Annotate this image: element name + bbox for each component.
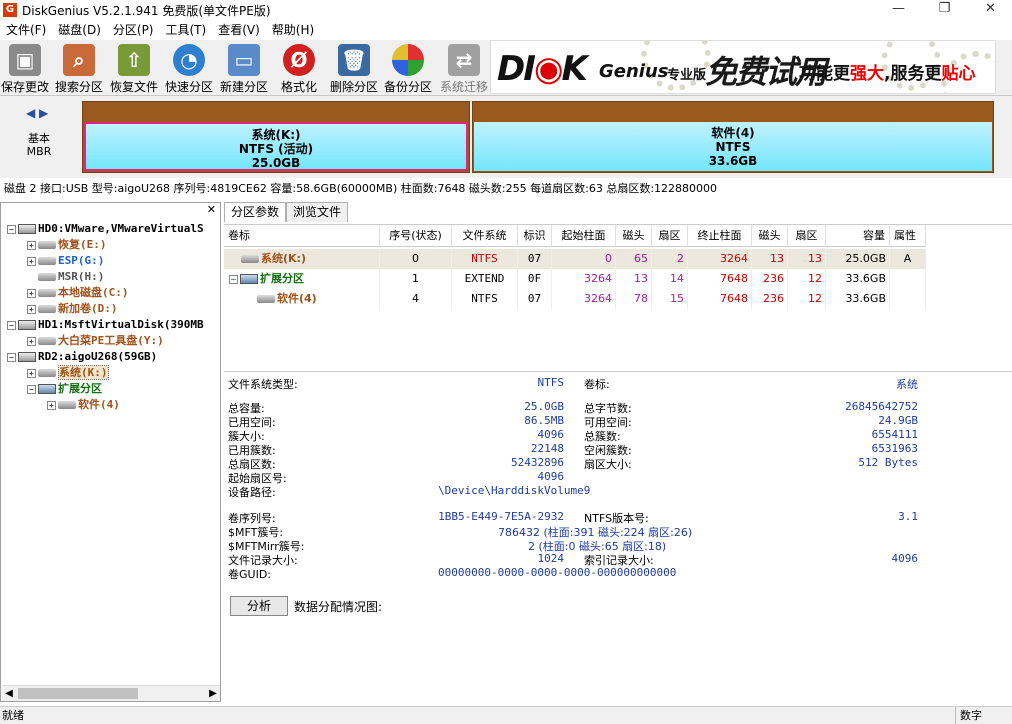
menu-help[interactable]: 帮助(H) xyxy=(266,20,320,40)
promo-banner[interactable]: DI◉K Genius 专业版 免费试用 功能更强大,服务更贴心 xyxy=(490,40,996,94)
col-header: 属性 xyxy=(890,225,926,247)
disk-scheme-label: MBR xyxy=(26,145,52,158)
window-title: DiskGenius V5.2.1.941 免费版(单文件PE版) xyxy=(22,3,271,18)
tree-item-selected[interactable]: + 系统(K:) xyxy=(27,365,109,381)
disk-info-line: 磁盘 2 接口:USB 型号:aigoU268 序列号:4819CE62 容量:… xyxy=(4,182,718,195)
col-header: 容量 xyxy=(826,225,890,247)
partition-block-software[interactable]: 软件(4) NTFS 33.6GB xyxy=(472,101,994,173)
backup-pie-icon xyxy=(392,44,424,76)
tree-item[interactable]: + 软件(4) xyxy=(47,397,120,413)
col-header: 文件系统 xyxy=(452,225,518,247)
minimize-button[interactable]: — xyxy=(876,0,921,20)
magnifier-icon: ⌕ xyxy=(63,44,95,76)
tree-item[interactable]: + 恢复(E:) xyxy=(27,237,107,253)
slogan: 功能更强大,服务更贴心 xyxy=(799,64,976,84)
close-panel-icon[interactable]: ✕ xyxy=(207,203,216,216)
floppy-icon: ▣ xyxy=(9,44,41,76)
tree-item[interactable]: + 新加卷(D:) xyxy=(27,301,118,317)
quick-partition-button[interactable]: ◔ 快速分区 xyxy=(164,40,214,96)
backup-partition-button[interactable]: 备份分区 xyxy=(382,40,434,96)
status-bar: 就绪 数字 xyxy=(0,706,1012,724)
tab-partition-params[interactable]: 分区参数 xyxy=(224,202,287,222)
scroll-thumb[interactable] xyxy=(18,688,138,699)
status-text: 就绪 xyxy=(2,709,24,722)
format-icon: Ø xyxy=(283,44,315,76)
format-button[interactable]: Ø 格式化 xyxy=(276,40,322,96)
menu-file[interactable]: 文件(F) xyxy=(0,20,52,40)
tree-disk-hd0[interactable]: − HD0:VMware,VMwareVirtualS xyxy=(7,221,204,237)
col-header: 终止柱面 xyxy=(688,225,752,247)
horizontal-scrollbar[interactable]: ◀ ▶ xyxy=(2,685,220,701)
disk-tree-panel: ✕ − HD0:VMware,VMwareVirtualS + 恢复(E:) + ES… xyxy=(0,202,221,702)
col-header: 扇区 xyxy=(652,225,688,247)
analyze-button[interactable]: 分析 xyxy=(230,596,288,616)
recover-files-button[interactable]: ⇧ 恢复文件 xyxy=(108,40,160,96)
col-header: 起始柱面 xyxy=(552,225,616,247)
tree-item[interactable]: MSR(H:) xyxy=(38,269,104,285)
brand-name: Genius xyxy=(599,61,669,82)
disk-nav-arrows[interactable]: ◀ ▶ xyxy=(26,106,48,120)
new-partition-icon: ▭ xyxy=(228,44,260,76)
quick-partition-icon: ◔ xyxy=(173,44,205,76)
save-changes-button[interactable]: ▣ 保存更改 xyxy=(0,40,50,96)
tree-disk-hd1[interactable]: − HD1:MsftVirtualDisk(390MB xyxy=(7,317,204,333)
edition-label: 专业版 xyxy=(667,68,707,83)
trash-icon: 🗑 xyxy=(338,44,370,76)
tree-item[interactable]: + 大白菜PE工具盘(Y:) xyxy=(27,333,164,349)
partition-table: 卷标 序号(状态) 文件系统 标识 起始柱面 磁头 扇区 终止柱面 磁头 扇区 … xyxy=(224,224,1012,372)
close-button[interactable]: ✕ xyxy=(968,0,1012,20)
col-header: 磁头 xyxy=(752,225,788,247)
new-partition-button[interactable]: ▭ 新建分区 xyxy=(218,40,270,96)
partition-details: 文件系统类型: NTFS 卷标: 系统 总容量: 25.0GB 总字节数: 26… xyxy=(228,376,918,581)
menu-disk[interactable]: 磁盘(D) xyxy=(52,20,107,40)
partition-block-system[interactable]: 系统(K:) NTFS (活动) 25.0GB xyxy=(82,101,470,173)
disk-type-label: 基本 xyxy=(28,132,50,145)
maximize-button[interactable]: ❐ xyxy=(922,0,967,20)
col-header: 序号(状态) xyxy=(380,225,452,247)
tree-item[interactable]: + 本地磁盘(C:) xyxy=(27,285,129,301)
app-icon: G xyxy=(3,3,17,17)
migrate-icon: ⇄ xyxy=(448,44,480,76)
recover-box-icon: ⇧ xyxy=(118,44,150,76)
col-header: 标识 xyxy=(518,225,552,247)
tree-item[interactable]: − 扩展分区 xyxy=(27,381,102,397)
col-header: 扇区 xyxy=(788,225,826,247)
disk-map: ◀ ▶ 基本 MBR 系统(K:) NTFS (活动) 25.0GB 软件(4)… xyxy=(0,96,1012,178)
menu-partition[interactable]: 分区(P) xyxy=(107,20,160,40)
menu-view[interactable]: 查看(V) xyxy=(212,20,266,40)
tab-browse-files[interactable]: 浏览文件 xyxy=(286,202,349,222)
tree-disk-rd2[interactable]: − RD2:aigoU268(59GB) xyxy=(7,349,157,365)
scroll-left-icon[interactable]: ◀ xyxy=(2,686,16,702)
col-header: 卷标 xyxy=(224,225,380,247)
title-bar: G DiskGenius V5.2.1.941 免费版(单文件PE版) — ❐ … xyxy=(0,0,1012,20)
numlock-indicator: 数字 xyxy=(955,707,982,724)
delete-partition-button[interactable]: 🗑 删除分区 xyxy=(328,40,380,96)
search-partition-button[interactable]: ⌕ 搜索分区 xyxy=(54,40,104,96)
brand-logo: DI◉K xyxy=(497,49,588,89)
menu-bar: 文件(F) 磁盘(D) 分区(P) 工具(T) 查看(V) 帮助(H) xyxy=(0,20,1012,40)
col-header: 磁头 xyxy=(616,225,652,247)
main-panel: 分区参数 浏览文件 卷标 序号(状态) 文件系统 标识 起始柱面 磁头 扇区 终… xyxy=(224,202,1012,702)
allocation-map-label: 数据分配情况图: xyxy=(294,600,383,614)
scroll-right-icon[interactable]: ▶ xyxy=(206,686,220,702)
system-migrate-button[interactable]: ⇄ 系统迁移 xyxy=(438,40,490,96)
tree-item[interactable]: + ESP(G:) xyxy=(27,253,104,269)
menu-tools[interactable]: 工具(T) xyxy=(160,20,213,40)
